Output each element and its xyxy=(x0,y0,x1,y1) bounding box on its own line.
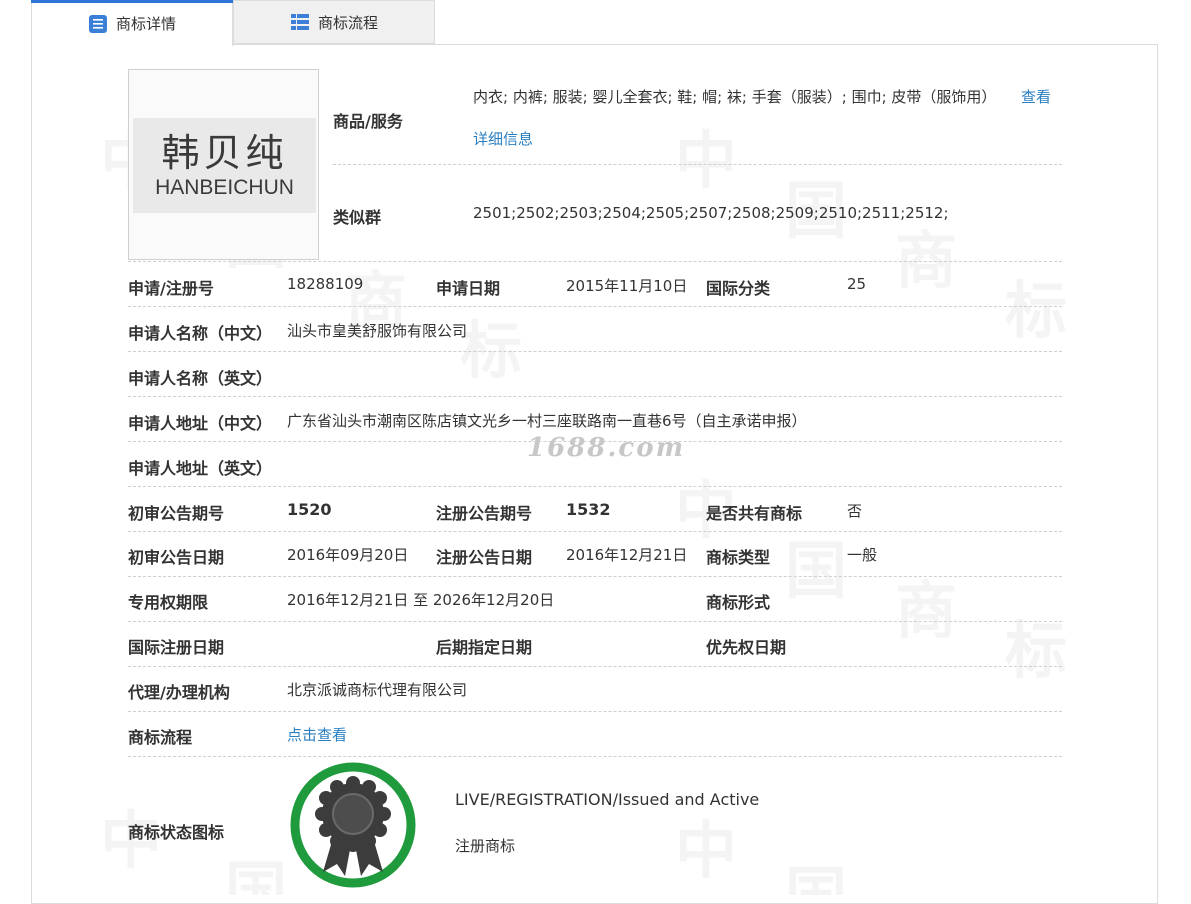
similar-group-value: 2501;2502;2503;2504;2505;2507;2508;2509;… xyxy=(473,204,949,222)
status-chinese: 注册商标 xyxy=(455,837,516,855)
view-link[interactable]: 查看 xyxy=(1021,86,1051,107)
divider xyxy=(128,576,1062,577)
applicant-en-label: 申请人名称（英文） xyxy=(128,369,273,388)
divider xyxy=(128,441,1062,442)
reg-pub-date-value: 2016年12月21日 xyxy=(566,546,688,564)
address-cn-value: 广东省汕头市潮南区陈店镇文光乡一村三座联路南一直巷6号（自主承诺申报） xyxy=(287,412,807,430)
agent-value: 北京派诚商标代理有限公司 xyxy=(287,681,468,699)
address-cn-label: 申请人地址（中文） xyxy=(128,414,273,433)
address-en-label: 申请人地址（英文） xyxy=(128,459,273,478)
divider xyxy=(128,261,1062,262)
logo-chinese-text: 韩贝纯 xyxy=(161,130,288,175)
applicant-cn-value: 汕头市皇美舒服饰有限公司 xyxy=(287,322,468,340)
exclusive-term-value: 2016年12月21日 至 2026年12月20日 xyxy=(287,591,555,609)
divider xyxy=(333,164,1062,165)
reg-pub-date-label: 注册公告日期 xyxy=(436,548,533,567)
app-date-label: 申请日期 xyxy=(436,279,501,298)
prelim-pub-date-value: 2016年09月20日 xyxy=(287,546,409,564)
details-link[interactable]: 详细信息 xyxy=(473,128,533,149)
divider xyxy=(128,621,1062,622)
divider xyxy=(128,396,1062,397)
trademark-form-label: 商标形式 xyxy=(706,593,771,612)
goods-label: 商品/服务 xyxy=(333,112,403,131)
divider xyxy=(128,531,1062,532)
app-date-value: 2015年11月10日 xyxy=(566,277,688,295)
later-designation-date-label: 后期指定日期 xyxy=(436,638,533,657)
logo-english-text: HANBEICHUN xyxy=(155,175,294,199)
reg-no-label: 申请/注册号 xyxy=(128,279,214,298)
trademark-image: 韩贝纯 HANBEICHUN xyxy=(128,69,319,260)
intl-class-value: 25 xyxy=(847,275,867,293)
exclusive-term-label: 专用权期限 xyxy=(128,593,209,612)
registered-seal-icon xyxy=(287,762,419,888)
status-english: LIVE/REGISTRATION/Issued and Active xyxy=(455,790,760,809)
trademark-type-label: 商标类型 xyxy=(706,548,771,567)
process-view-link[interactable]: 点击查看 xyxy=(287,724,347,745)
divider xyxy=(128,486,1062,487)
prelim-pub-no-value: 1520 xyxy=(287,500,332,519)
divider xyxy=(128,351,1062,352)
divider xyxy=(128,666,1062,667)
status-icon-label: 商标状态图标 xyxy=(128,823,225,842)
reg-pub-no-value: 1532 xyxy=(566,500,611,519)
prelim-pub-date-label: 初审公告日期 xyxy=(128,548,225,567)
intl-class-label: 国际分类 xyxy=(706,279,771,298)
intl-reg-date-label: 国际注册日期 xyxy=(128,638,225,657)
process-label: 商标流程 xyxy=(128,728,193,747)
divider xyxy=(128,306,1062,307)
divider xyxy=(128,711,1062,712)
divider xyxy=(128,756,1062,757)
priority-date-label: 优先权日期 xyxy=(706,638,787,657)
applicant-cn-label: 申请人名称（中文） xyxy=(128,324,273,343)
similar-group-label: 类似群 xyxy=(333,208,382,227)
reg-pub-no-label: 注册公告期号 xyxy=(436,504,533,523)
prelim-pub-no-label: 初审公告期号 xyxy=(128,504,225,523)
agent-label: 代理/办理机构 xyxy=(128,683,230,702)
reg-no-value: 18288109 xyxy=(287,275,364,293)
shared-trademark-value: 否 xyxy=(847,502,863,520)
trademark-type-value: 一般 xyxy=(847,546,878,564)
shared-trademark-label: 是否共有商标 xyxy=(706,504,803,523)
goods-value: 内衣; 内裤; 服装; 婴儿全套衣; 鞋; 帽; 袜; 手套（服装）; 围巾; … xyxy=(473,88,997,106)
